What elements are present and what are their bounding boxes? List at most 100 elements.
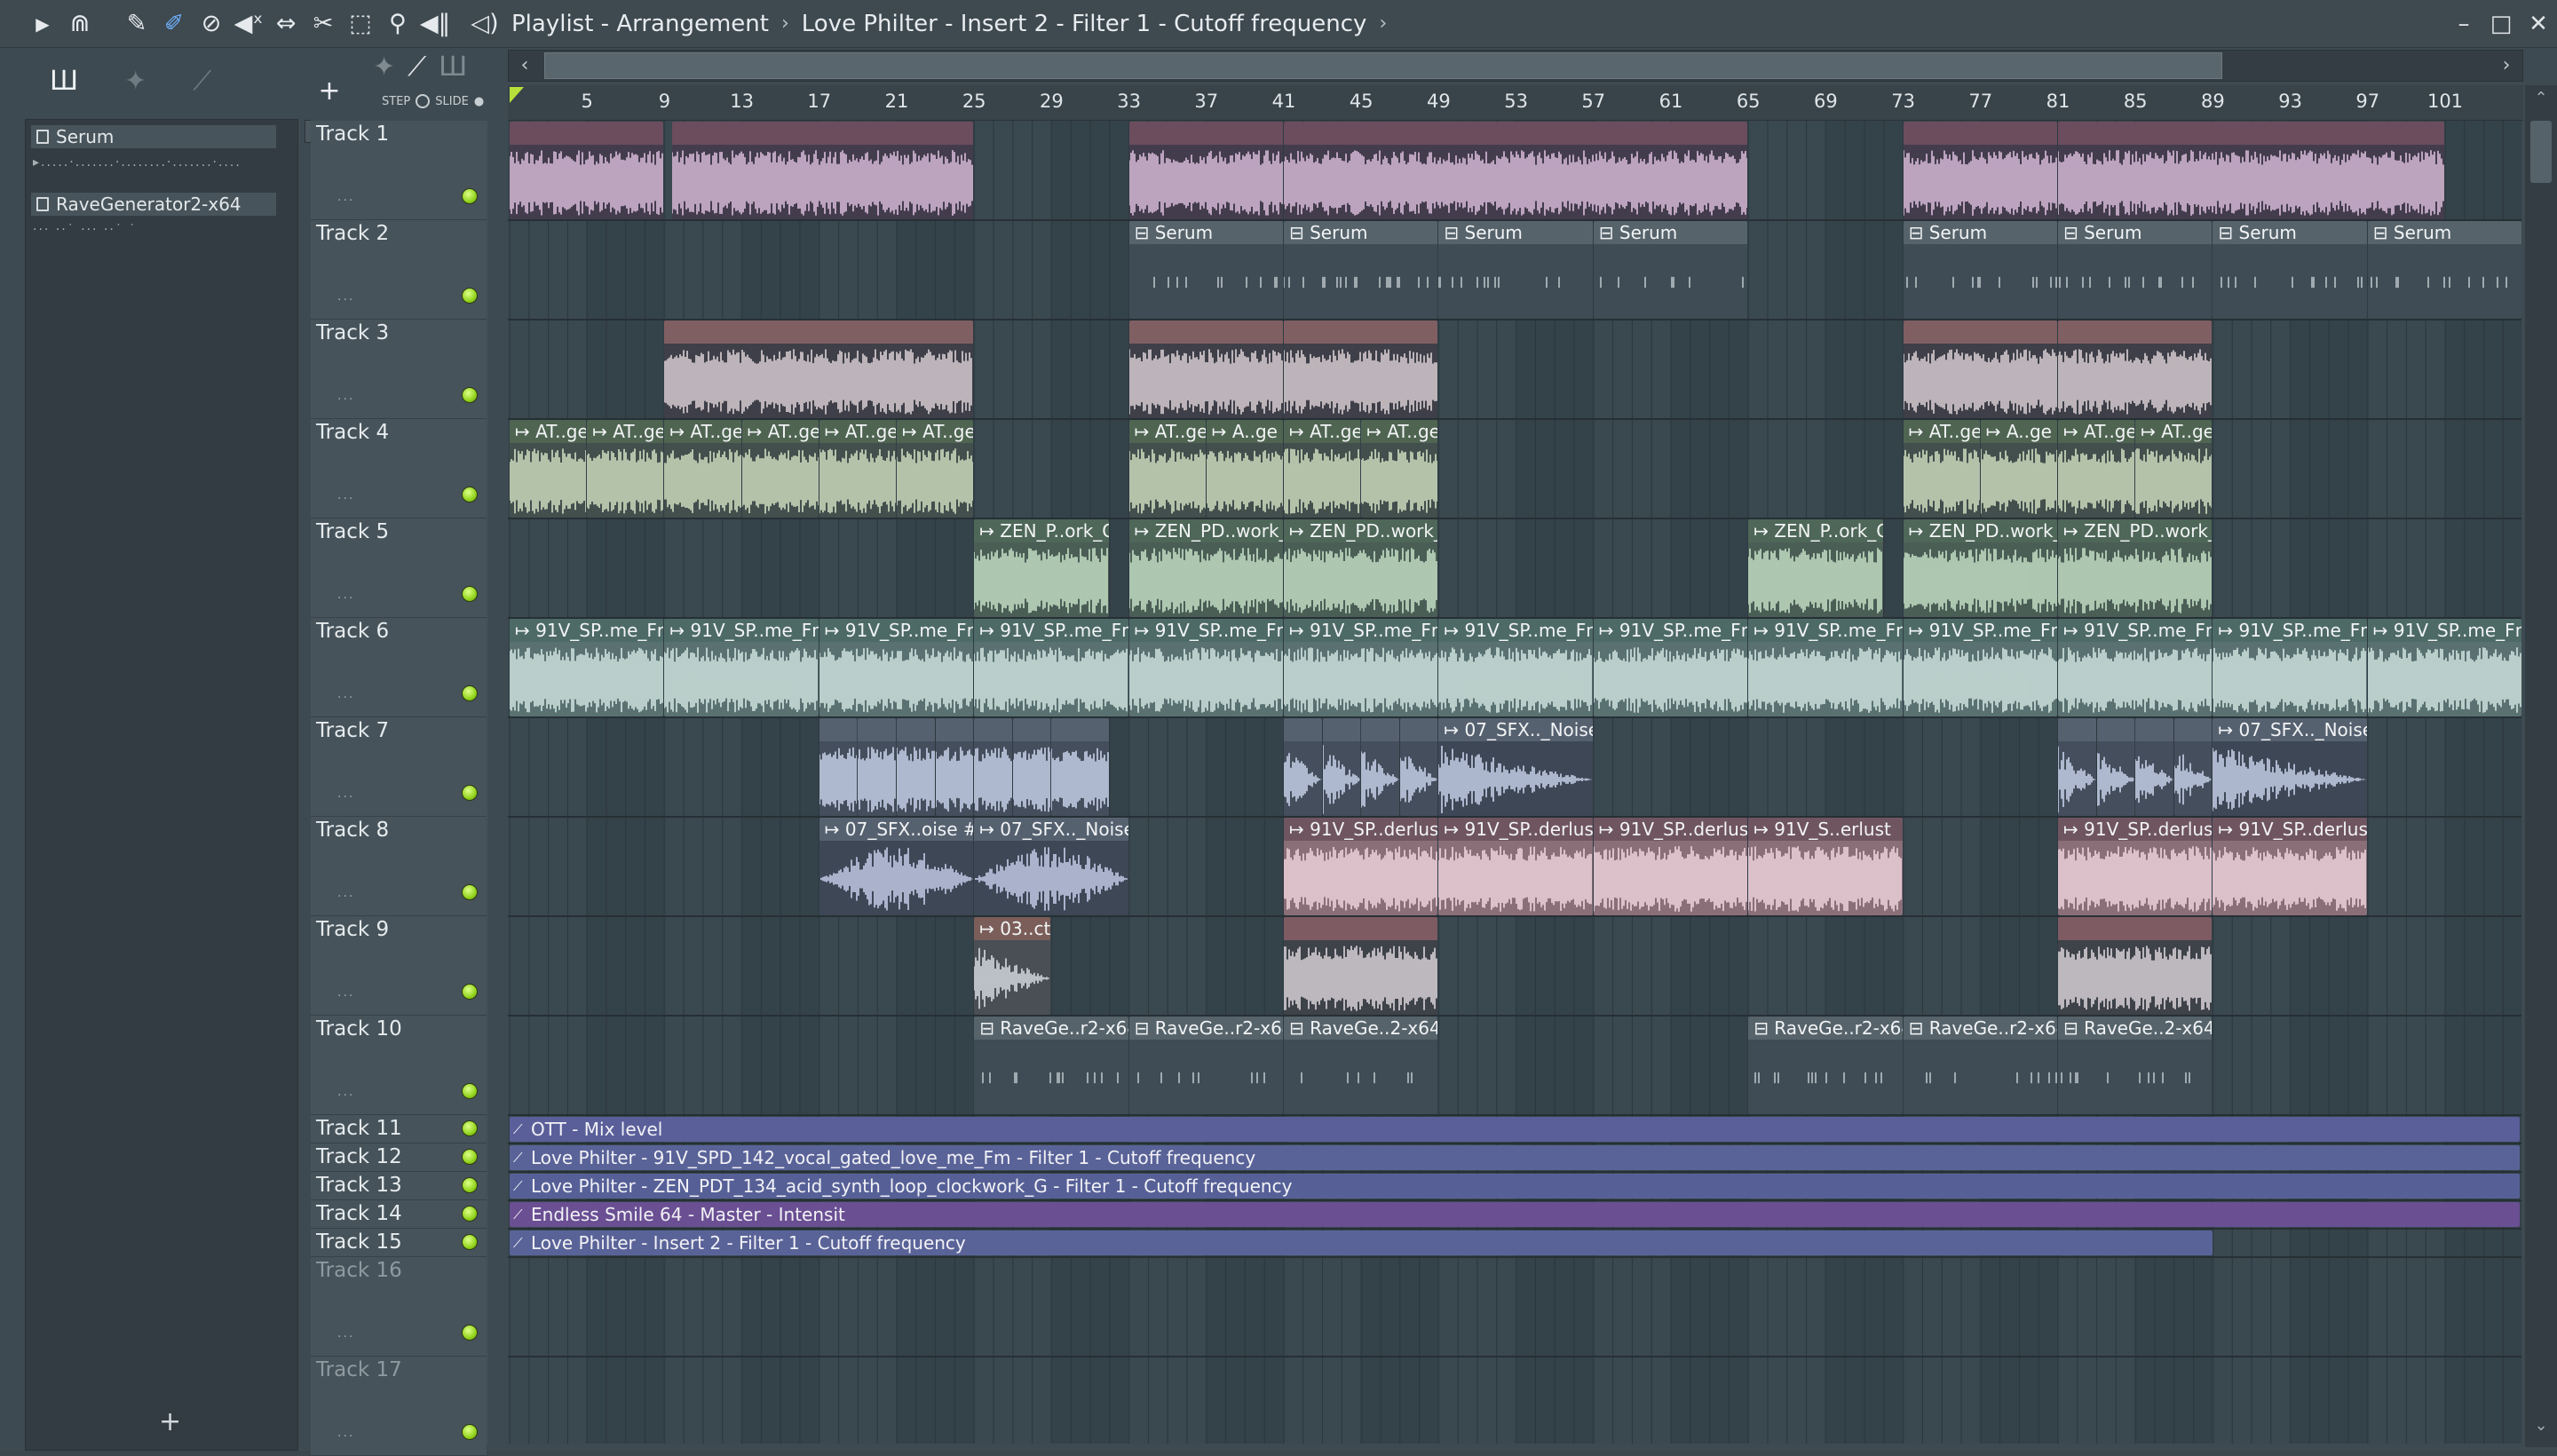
audio-clip[interactable]: ↦ A..ge bbox=[1980, 420, 2057, 518]
track-mute-led-icon[interactable] bbox=[462, 288, 478, 304]
playlist-grid[interactable]: ⊟ Serum ⊟ Serum ⊟ Serum ⊟ Serum ⊟ Serum ⊟ Ser… bbox=[508, 121, 2521, 1444]
audio-clip[interactable] bbox=[858, 718, 896, 816]
track-mute-led-icon[interactable] bbox=[462, 1206, 478, 1222]
song-position-marker[interactable] bbox=[510, 87, 524, 103]
track-mute-led-icon[interactable] bbox=[462, 387, 478, 403]
audio-clip[interactable] bbox=[1051, 718, 1109, 816]
track-mute-led-icon[interactable] bbox=[462, 1120, 478, 1136]
track-mute-led-icon[interactable] bbox=[462, 1177, 478, 1193]
minimize-button[interactable]: – bbox=[2445, 11, 2482, 37]
audio-clip[interactable] bbox=[897, 718, 935, 816]
magnet-icon[interactable]: ⋒ bbox=[64, 6, 96, 42]
audio-clip[interactable]: ↦ ZEN_P..ork_G bbox=[974, 519, 1109, 617]
track-header[interactable]: Track 12 bbox=[311, 1143, 487, 1172]
audio-clip[interactable]: ↦ 91V_SP..me_Fm bbox=[2058, 619, 2213, 716]
automation-view-icon[interactable]: ⟋ bbox=[408, 51, 426, 83]
audio-clip[interactable]: ↦ 91V_SP..me_Fm bbox=[1903, 619, 2057, 716]
audio-clip[interactable]: ↦ 91V_SP..me_Fm bbox=[1748, 619, 1903, 716]
audio-clip[interactable]: ↦ 91V_SP..me_Fm bbox=[664, 619, 819, 716]
audio-clip[interactable] bbox=[1284, 718, 1322, 816]
pattern-clip[interactable]: ⊟ RaveGe..2-x64 bbox=[1284, 1017, 1438, 1114]
track-mute-led-icon[interactable] bbox=[462, 188, 478, 204]
track-options-icon[interactable]: ··· bbox=[337, 194, 354, 208]
pattern-clip[interactable]: ⊟ RaveGe..r2-x64 bbox=[974, 1017, 1128, 1114]
audio-clip[interactable]: ↦ 91V_SP..derlust bbox=[2213, 818, 2367, 915]
audio-clip[interactable] bbox=[664, 320, 974, 418]
arrangement-overview-scrollbar[interactable]: ‹ › bbox=[508, 50, 2523, 82]
audio-clip[interactable]: ↦ AT..ge bbox=[1284, 420, 1361, 518]
piano-roll-icon[interactable]: Ш bbox=[50, 66, 78, 97]
audio-clip[interactable]: ↦ AT..ge bbox=[510, 420, 587, 518]
audio-clip[interactable]: ↦ AT..ge bbox=[897, 420, 974, 518]
audio-clip[interactable] bbox=[1322, 718, 1361, 816]
audio-clip[interactable]: ↦ 07_SFX.._Noise bbox=[974, 818, 1128, 915]
track-header[interactable]: Track 3 ··· bbox=[311, 320, 487, 419]
audio-clip[interactable]: ↦ AT..ge bbox=[819, 420, 896, 518]
add-pattern-button[interactable]: + bbox=[159, 1406, 181, 1437]
pattern-clip[interactable]: ⊟ RaveGe..r2-x64 bbox=[1903, 1017, 2057, 1114]
close-button[interactable]: ✕ bbox=[2520, 11, 2557, 37]
pattern-clip[interactable]: ⊟ Serum bbox=[1284, 221, 1438, 319]
maximize-button[interactable]: □ bbox=[2482, 11, 2520, 37]
track-header[interactable]: Track 13 bbox=[311, 1172, 487, 1200]
channel-item-ravegenerator[interactable]: RaveGenerator2-x64 bbox=[31, 193, 276, 216]
audio-clip[interactable]: ↦ 91V_SP..me_Fm bbox=[2213, 619, 2367, 716]
slice-icon[interactable]: ✂ bbox=[307, 6, 339, 42]
track-header[interactable]: Track 8 ··· bbox=[311, 817, 487, 916]
track-header[interactable]: Track 9 ··· bbox=[311, 916, 487, 1016]
track-mute-led-icon[interactable] bbox=[462, 685, 478, 701]
track-header[interactable]: Track 5 ··· bbox=[311, 518, 487, 618]
track-header[interactable]: Track 11 bbox=[311, 1115, 487, 1143]
step-toggle-icon[interactable] bbox=[416, 94, 431, 108]
track-header[interactable]: Track 6 ··· bbox=[311, 618, 487, 717]
audio-clip-icon[interactable]: ✦ bbox=[124, 66, 146, 97]
paint-brush-icon[interactable]: ✐ bbox=[158, 6, 190, 42]
track-header[interactable]: Track 7 ··· bbox=[311, 717, 487, 817]
audio-clip[interactable] bbox=[974, 718, 1012, 816]
audio-clip[interactable]: ↦ ZEN_P..ork_G bbox=[1748, 519, 1883, 617]
automation-clip[interactable]: ⟋ Endless Smile 64 - Master - Intensit bbox=[510, 1202, 2520, 1227]
audio-clip[interactable] bbox=[2058, 718, 2096, 816]
audio-clip[interactable]: ↦ AT..ge bbox=[1361, 420, 1438, 518]
track-options-icon[interactable]: ··· bbox=[337, 989, 354, 1003]
audio-clip[interactable] bbox=[1128, 320, 1283, 418]
audio-clip[interactable]: ↦ AT..ge bbox=[587, 420, 664, 518]
pattern-clip[interactable]: ⊟ Serum bbox=[1593, 221, 1748, 319]
audio-clip[interactable]: ↦ 91V_SP..derlust bbox=[1593, 818, 1748, 915]
track-header[interactable]: Track 16 ··· bbox=[311, 1257, 487, 1357]
vertical-scrollbar[interactable]: ⌃ ⌄ bbox=[2525, 85, 2557, 1447]
audio-clip[interactable] bbox=[1012, 718, 1051, 816]
add-track-button[interactable]: + bbox=[316, 78, 343, 107]
pattern-clip[interactable]: ⊟ Serum bbox=[1128, 221, 1283, 319]
audio-clip[interactable] bbox=[510, 122, 664, 219]
playback-icon[interactable]: ◀‖ bbox=[419, 6, 451, 42]
track-mute-led-icon[interactable] bbox=[462, 1424, 478, 1440]
audio-clip[interactable] bbox=[1361, 718, 1399, 816]
track-header[interactable]: Track 1 ··· bbox=[311, 121, 487, 220]
audio-clip[interactable] bbox=[1284, 320, 1438, 418]
track-header[interactable]: Track 14 bbox=[311, 1200, 487, 1229]
track-options-icon[interactable]: ··· bbox=[337, 392, 354, 407]
mute-icon[interactable]: ◀ˣ bbox=[233, 6, 265, 42]
track-mute-led-icon[interactable] bbox=[462, 586, 478, 602]
track-header[interactable]: Track 2 ··· bbox=[311, 220, 487, 320]
volume-icon[interactable]: ◁) bbox=[469, 6, 501, 42]
track-options-icon[interactable]: ··· bbox=[337, 1088, 354, 1103]
audio-clip[interactable] bbox=[2135, 718, 2173, 816]
audio-clip[interactable]: ↦ ZEN_PD..work_G bbox=[1128, 519, 1283, 617]
track-options-icon[interactable]: ··· bbox=[337, 591, 354, 605]
audio-clip[interactable] bbox=[1903, 320, 2057, 418]
audio-clip[interactable] bbox=[2058, 320, 2213, 418]
scroll-thumb[interactable] bbox=[2530, 121, 2552, 183]
track-mute-led-icon[interactable] bbox=[462, 785, 478, 801]
slide-toggle-icon[interactable]: ● bbox=[474, 95, 484, 108]
audio-clip[interactable]: ↦ 91V_SP..me_Fm bbox=[510, 619, 664, 716]
pattern-clip[interactable]: ⊟ RaveGe..2-x64 bbox=[2058, 1017, 2213, 1114]
scroll-left-icon[interactable]: ‹ bbox=[509, 51, 541, 81]
audio-clip[interactable]: ↦ 91V_SP..me_Fm bbox=[1128, 619, 1283, 716]
track-mute-led-icon[interactable] bbox=[462, 1234, 478, 1250]
automation-clip[interactable]: ⟋ Love Philter - Insert 2 - Filter 1 - Cu… bbox=[510, 1230, 2213, 1255]
audio-clip[interactable]: ↦ 03..ct bbox=[974, 917, 1051, 1015]
zoom-icon[interactable]: ⚲ bbox=[382, 6, 414, 42]
track-header[interactable]: Track 10 ··· bbox=[311, 1016, 487, 1115]
